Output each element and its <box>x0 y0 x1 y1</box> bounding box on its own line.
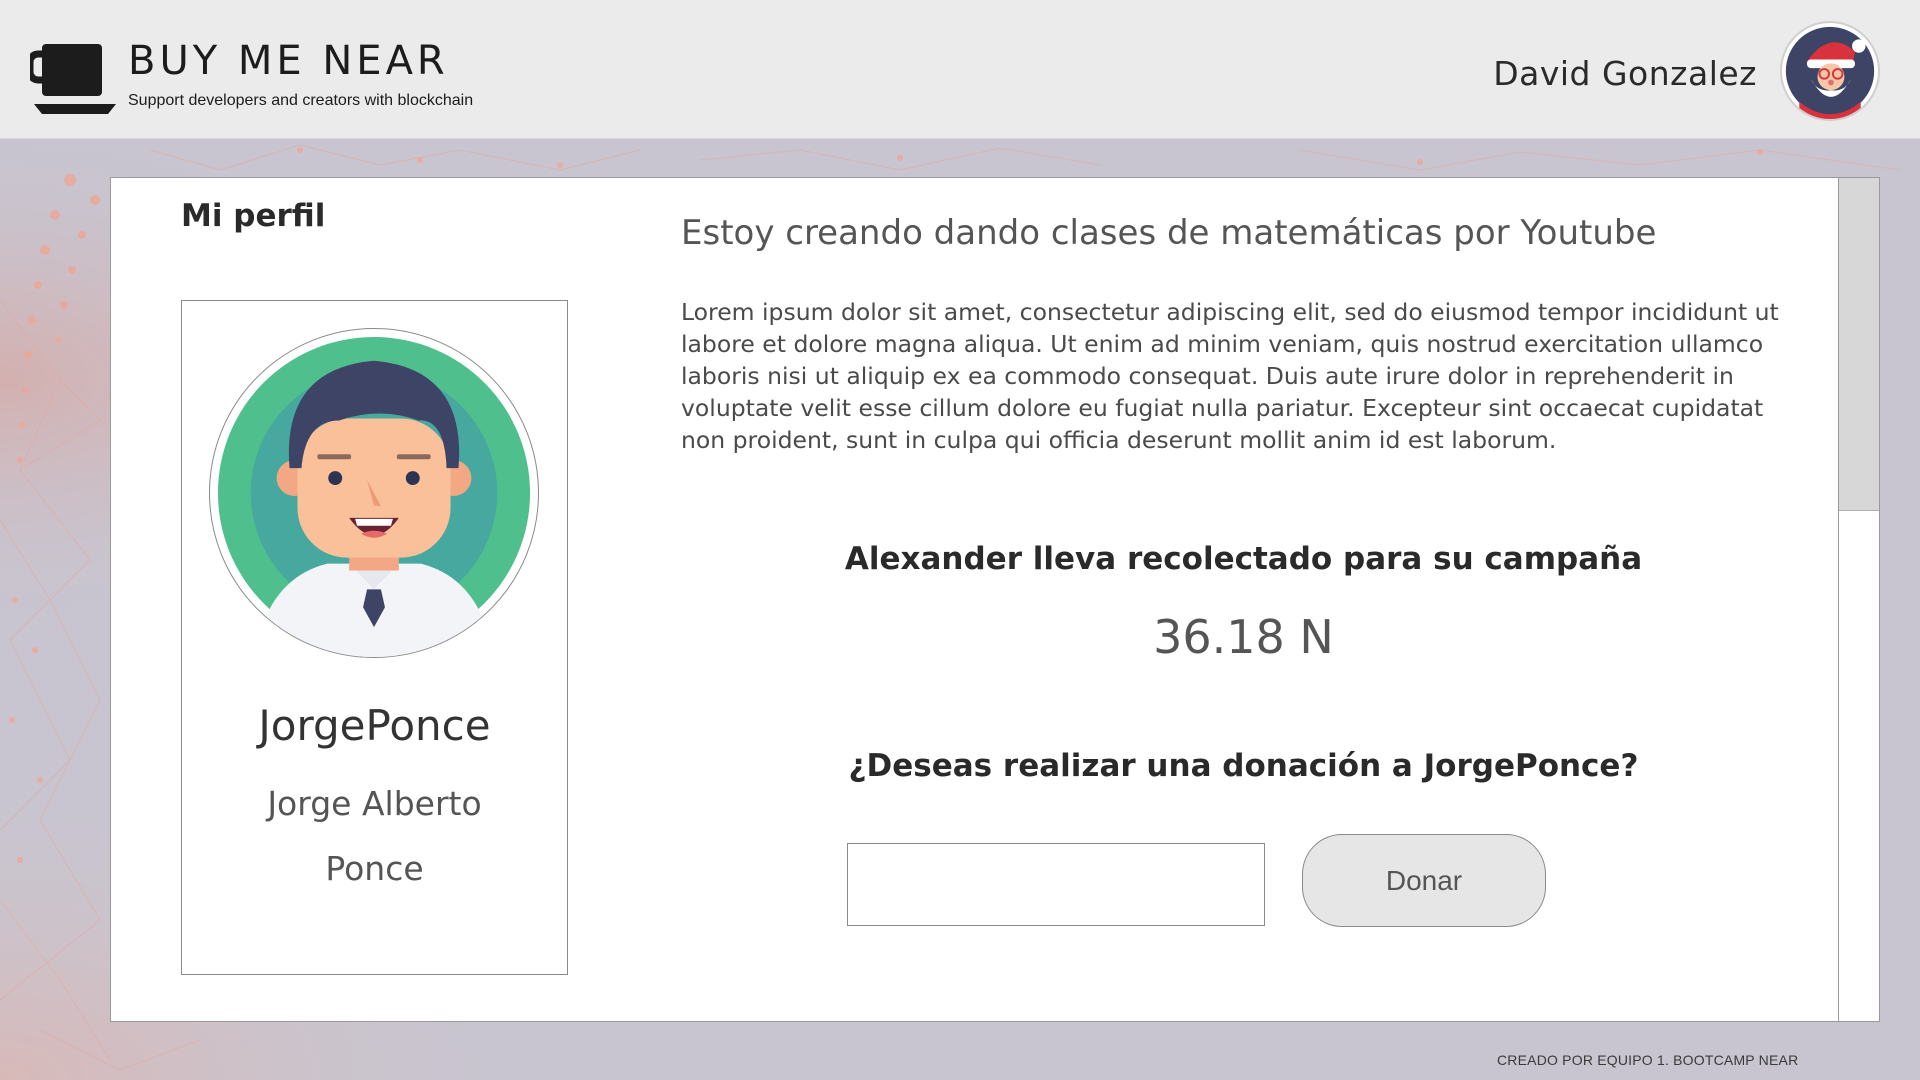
profile-avatar <box>209 328 539 658</box>
profile-username: JorgePonce <box>258 701 491 750</box>
donation-amount-input[interactable] <box>847 843 1265 926</box>
section-title: Mi perfil <box>181 198 326 234</box>
campaign-title: Estoy creando dando clases de matemática… <box>681 213 1657 253</box>
brand-title[interactable]: BUY ME NEAR <box>128 38 449 84</box>
man-avatar-icon <box>217 336 531 657</box>
scrollbar-thumb[interactable] <box>1839 178 1879 511</box>
footer-credit: CREADO POR EQUIPO 1. BOOTCAMP NEAR <box>1497 1052 1799 1068</box>
user-name[interactable]: David Gonzalez <box>1493 54 1757 93</box>
donate-button[interactable]: Donar <box>1302 834 1546 927</box>
profile-box: JorgePonce Jorge Alberto Ponce <box>181 300 568 975</box>
user-avatar[interactable] <box>1780 21 1880 121</box>
vertical-scrollbar[interactable] <box>1838 178 1879 1021</box>
coffee-cup-icon[interactable] <box>30 40 120 120</box>
brand-tagline: Support developers and creators with blo… <box>128 92 474 109</box>
santa-avatar-icon <box>1785 26 1875 119</box>
profile-card: Mi perfil JorgePonce Jorge Alberto Ponce… <box>110 177 1880 1022</box>
campaign-description: Lorem ipsum dolor sit amet, consectetur … <box>681 298 1779 454</box>
raised-label: Alexander lleva recolectado para su camp… <box>844 541 1643 577</box>
profile-fullname: Jorge Alberto Ponce <box>267 784 482 888</box>
donation-question: ¿Deseas realizar una donación a JorgePon… <box>848 748 1639 784</box>
top-header: BUY ME NEAR Support developers and creat… <box>0 0 1920 139</box>
raised-amount: 36.18 N <box>1153 610 1334 664</box>
